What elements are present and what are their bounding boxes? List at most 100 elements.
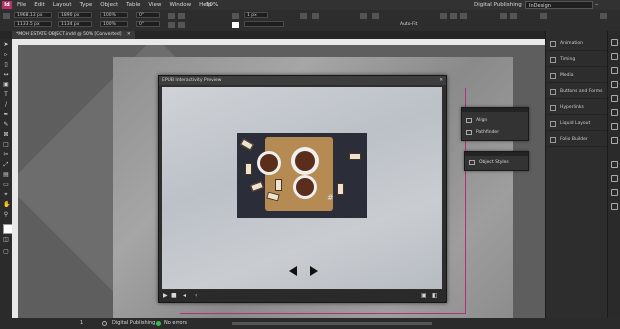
links-icon[interactable] [611,81,618,88]
search-input[interactable]: InDesign [525,1,593,9]
document-tab-close[interactable]: ✕ [127,32,131,37]
preview-export-icon[interactable]: ◧ [432,292,438,299]
rotate-icon[interactable] [168,13,175,19]
previous-arrow-button[interactable] [289,266,297,276]
panel-timing[interactable]: Timing [546,53,608,67]
next-arrow-button[interactable] [310,266,318,276]
document-tab[interactable]: *MOH ESTATE OBJECT.indd @ 50% [Converted… [12,31,135,39]
direct-selection-tool-icon[interactable]: ▹ [3,52,9,58]
fitting-icon[interactable] [360,13,367,19]
height-field[interactable]: 1134 px [58,21,92,27]
pencil-tool-icon[interactable]: ✎ [3,122,9,128]
scissors-tool-icon[interactable]: ✂ [3,152,9,158]
free-transform-tool-icon[interactable]: ⤢ [3,162,9,168]
selection-tool-icon[interactable]: ➤ [3,42,9,48]
panel-liquid-layout[interactable]: Liquid Layout [546,117,608,131]
menu-type[interactable]: Type [80,0,93,10]
view-mode-icon[interactable]: ▢ [3,249,9,255]
auto-fit-checkbox[interactable]: Auto-Fit [400,22,417,27]
rewind-icon[interactable]: ◂ [183,292,186,299]
swatches-icon[interactable] [611,109,618,116]
horizontal-scrollbar[interactable] [232,322,432,325]
hand-tool-icon[interactable]: ✋ [3,202,10,208]
width-field[interactable]: 1890 px [58,12,92,18]
panel-align[interactable]: Align [462,116,487,126]
align-left-icon[interactable] [440,13,447,19]
pages-icon[interactable] [611,39,618,46]
scale-x-field[interactable]: 100% [100,12,128,18]
menu-layout[interactable]: Layout [53,0,72,10]
menu-file[interactable]: File [17,0,26,10]
line-tool-icon[interactable]: / [3,102,9,108]
rectangle-tool-icon[interactable]: □ [3,142,9,148]
stop-icon[interactable]: ■ [171,292,177,299]
zoom-tool-icon[interactable]: ⚲ [3,212,9,218]
text-wrap-icon[interactable] [500,13,507,19]
cc-libraries-icon[interactable] [611,53,618,60]
panel-pathfinder[interactable]: Pathfinder [462,128,499,138]
minimize-button[interactable]: – [595,1,602,8]
panel-hyperlinks[interactable]: Hyperlinks [546,101,608,115]
table-panel-icon[interactable] [611,203,618,210]
back-icon[interactable]: ‹ [195,292,197,299]
preflight-errors[interactable]: No errors [164,318,187,329]
menu-view[interactable]: View [148,0,161,10]
stroke-weight-field[interactable]: 1 px [244,12,268,18]
scale-y-field[interactable]: 100% [100,21,128,27]
panel-animation[interactable]: Animation [546,37,608,51]
zoom-level-dropdown[interactable]: 50% [206,0,218,10]
open-page-icon[interactable] [102,321,107,326]
x-position-field[interactable]: 1968.13 px [14,12,52,18]
layers-icon[interactable] [611,67,618,74]
eyedropper-tool-icon[interactable]: ⌖ [3,192,9,198]
panel-group-header[interactable] [462,108,528,112]
gap-tool-icon[interactable]: ↔ [3,72,9,78]
gradient-tool-icon[interactable]: ▤ [3,172,9,178]
page-number-field[interactable]: 1 [80,318,83,329]
preview-settings-icon[interactable]: ▣ [421,292,427,299]
fill-swatch-icon[interactable] [232,13,239,19]
type-tool-icon[interactable]: T [3,92,9,98]
character-icon[interactable] [611,161,618,168]
panel-media[interactable]: Media [546,69,608,83]
reference-point-icon[interactable] [3,13,10,19]
select-content-icon[interactable] [178,22,185,28]
preview-title-bar[interactable]: EPUB Interactivity Preview ✕ [159,76,446,85]
drop-shadow-icon[interactable] [312,13,319,19]
effects-icon[interactable] [300,13,307,19]
effects-panel-icon[interactable] [611,189,618,196]
text-wrap-panel-icon[interactable] [611,123,618,130]
workspace-status[interactable]: Digital Publishing [112,318,155,329]
rotation-field[interactable]: 0° [136,12,160,18]
paragraph-icon[interactable] [611,175,618,182]
stroke-icon[interactable] [611,95,618,102]
menu-edit[interactable]: Edit [34,0,45,10]
preview-close-button[interactable]: ✕ [439,76,443,85]
workspace-switcher[interactable]: Digital Publishing [474,0,522,10]
stroke-swatch-icon[interactable] [232,22,239,28]
menu-table[interactable]: Table [126,0,140,10]
content-collector-icon[interactable]: ▣ [3,82,9,88]
flip-icon[interactable] [178,13,185,19]
rectangle-frame-tool-icon[interactable]: ⊠ [3,132,9,138]
formatting-container-icon[interactable]: ◫ [3,237,9,243]
play-icon[interactable]: ▶ [163,292,168,299]
menu-window[interactable]: Window [169,0,191,10]
gradient-panel-icon[interactable] [611,137,618,144]
panel-group-header[interactable] [465,152,528,156]
panel-folio-builder[interactable]: Folio Builder [546,133,608,147]
align-right-icon[interactable] [460,13,467,19]
align-center-icon[interactable] [450,13,457,19]
fit-content-icon[interactable] [372,13,379,19]
panel-buttons-forms[interactable]: Buttons and Forms [546,85,608,99]
note-tool-icon[interactable]: ▭ [3,182,9,188]
select-container-icon[interactable] [168,22,175,28]
shear-field[interactable]: 0° [136,21,160,27]
panel-menu-icon[interactable] [600,13,607,19]
page-tool-icon[interactable]: ▯ [3,62,9,68]
y-position-field[interactable]: 1133.5 px [14,21,52,27]
panel-object-styles[interactable]: Object Styles [465,158,509,168]
text-wrap-bbox-icon[interactable] [510,13,517,19]
menu-object[interactable]: Object [100,0,118,10]
stroke-type-dropdown[interactable] [244,21,284,27]
